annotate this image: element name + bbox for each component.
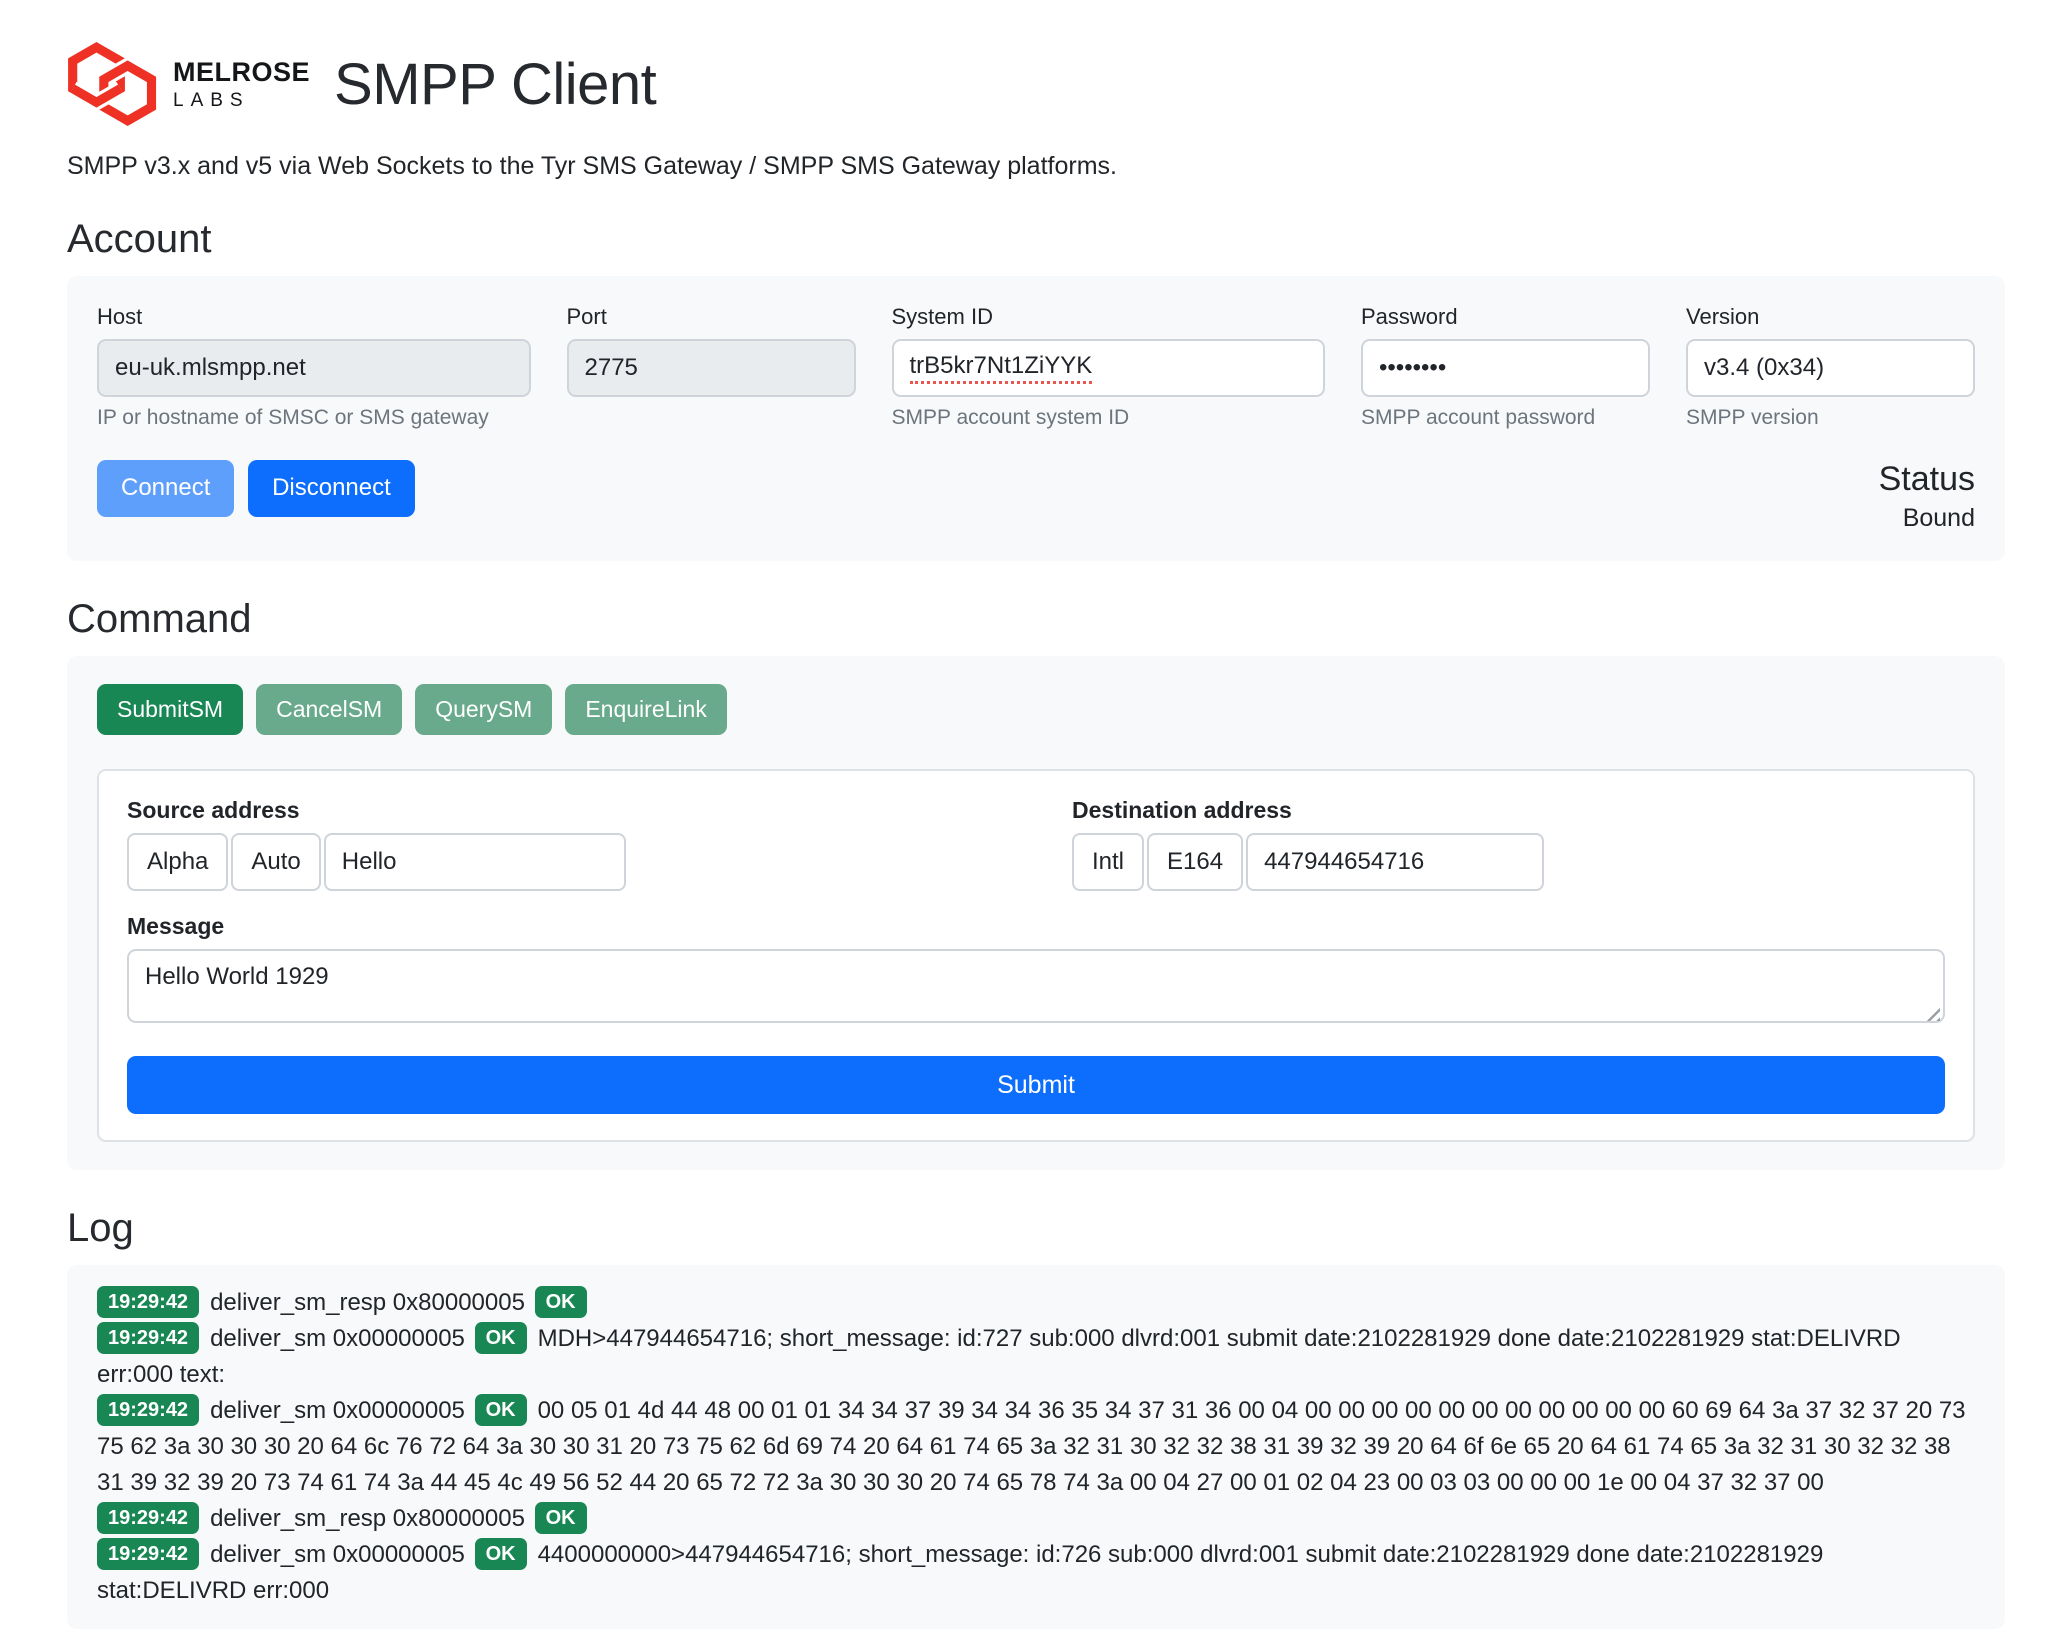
destination-ton-select[interactable]: Intl <box>1072 833 1144 891</box>
melrose-labs-logo-icon <box>67 40 159 128</box>
system-id-label: System ID <box>892 304 1326 330</box>
message-area-wrap: Hello World 1929 <box>127 949 1945 1030</box>
source-address-input[interactable] <box>324 833 626 891</box>
message-textarea[interactable]: Hello World 1929 <box>127 949 1945 1023</box>
log-entry: 19:29:42deliver_sm 0x00000005 OKMDH>4479… <box>97 1321 1975 1393</box>
password-label: Password <box>1361 304 1650 330</box>
source-address-group: Source address Alpha Auto <box>127 797 1072 891</box>
port-field-group: Port <box>567 304 856 430</box>
tab-enquirelink[interactable]: EnquireLink <box>565 684 726 735</box>
page-container: MELROSE LABS SMPP Client SMPP v3.x and v… <box>67 0 2005 1629</box>
log-time-badge: 19:29:42 <box>97 1322 199 1354</box>
log-entry: 19:29:42 deliver_sm_resp 0x80000005 OK <box>97 1501 1975 1537</box>
port-label: Port <box>567 304 856 330</box>
log-time-badge: 19:29:42 <box>97 1394 199 1426</box>
source-ton-select[interactable]: Alpha <box>127 833 228 891</box>
host-label: Host <box>97 304 531 330</box>
system-id-field-group: System ID trB5kr7Nt1ZiYYK SMPP account s… <box>892 304 1326 430</box>
page-title: SMPP Client <box>334 51 656 118</box>
status-badge: Bound <box>1879 504 1975 533</box>
disconnect-button[interactable]: Disconnect <box>248 460 415 517</box>
command-tabs: SubmitSM CancelSM QuerySM EnquireLink <box>97 684 1975 735</box>
status-block: Status Bound <box>1879 460 1975 533</box>
log-entry: 19:29:42deliver_sm 0x00000005 OK00 05 01… <box>97 1393 1975 1501</box>
password-field-group: Password SMPP account password <box>1361 304 1650 430</box>
log-pdu-text: deliver_sm_resp 0x80000005 <box>210 1505 525 1532</box>
submit-button[interactable]: Submit <box>127 1056 1945 1114</box>
status-label: Status <box>1879 460 1975 499</box>
connection-buttons: Connect Disconnect <box>97 460 415 517</box>
destination-npi-select[interactable]: E164 <box>1147 833 1243 891</box>
log-pdu-text: deliver_sm_resp 0x80000005 <box>210 1289 525 1316</box>
destination-address-group: Destination address Intl E164 <box>1072 797 1544 891</box>
log-time-badge: 19:29:42 <box>97 1502 199 1534</box>
password-input[interactable] <box>1361 339 1650 397</box>
log-entry: 19:29:42 deliver_sm_resp 0x80000005 OK <box>97 1285 1975 1321</box>
account-card: Host IP or hostname of SMSC or SMS gatew… <box>67 276 2005 561</box>
log-ok-badge: OK <box>535 1286 587 1318</box>
log-card: 19:29:42 deliver_sm_resp 0x80000005 OK 19… <box>67 1265 2005 1629</box>
log-pdu-text: deliver_sm 0x00000005 <box>210 1325 465 1352</box>
log-heading: Log <box>67 1206 2005 1251</box>
host-field-group: Host IP or hostname of SMSC or SMS gatew… <box>97 304 531 430</box>
log-pdu-text: deliver_sm 0x00000005 <box>210 1397 465 1424</box>
log-ok-badge: OK <box>475 1322 527 1354</box>
tab-submitsm[interactable]: SubmitSM <box>97 684 243 735</box>
header: MELROSE LABS SMPP Client <box>67 40 2005 128</box>
log-ok-badge: OK <box>475 1394 527 1426</box>
submitsm-panel: Source address Alpha Auto Destination ad… <box>97 769 1975 1142</box>
system-id-value: trB5kr7Nt1ZiYYK <box>910 352 1093 384</box>
version-help: SMPP version <box>1686 406 1975 430</box>
log-ok-badge: OK <box>475 1538 527 1570</box>
log-entry: 19:29:42deliver_sm 0x00000005 OK44000000… <box>97 1537 1975 1609</box>
source-address-label: Source address <box>127 797 1072 824</box>
connect-button[interactable]: Connect <box>97 460 234 517</box>
host-help: IP or hostname of SMSC or SMS gateway <box>97 406 531 430</box>
source-npi-select[interactable]: Auto <box>231 833 320 891</box>
version-field-group: Version SMPP version <box>1686 304 1975 430</box>
command-heading: Command <box>67 597 2005 642</box>
host-input[interactable] <box>97 339 531 397</box>
account-heading: Account <box>67 217 2005 262</box>
version-input[interactable] <box>1686 339 1975 397</box>
destination-address-input[interactable] <box>1246 833 1544 891</box>
password-help: SMPP account password <box>1361 406 1650 430</box>
system-id-input[interactable]: trB5kr7Nt1ZiYYK <box>892 339 1326 397</box>
brand-sub: LABS <box>173 90 310 112</box>
tab-cancelsm[interactable]: CancelSM <box>256 684 402 735</box>
brand-wordmark: MELROSE LABS <box>173 57 310 112</box>
port-input[interactable] <box>567 339 856 397</box>
tab-querysm[interactable]: QuerySM <box>415 684 552 735</box>
log-time-badge: 19:29:42 <box>97 1286 199 1318</box>
command-card: SubmitSM CancelSM QuerySM EnquireLink So… <box>67 656 2005 1170</box>
message-label: Message <box>127 913 1945 940</box>
log-time-badge: 19:29:42 <box>97 1538 199 1570</box>
log-pdu-text: deliver_sm 0x00000005 <box>210 1541 465 1568</box>
brand-name: MELROSE <box>173 57 310 88</box>
system-id-help: SMPP account system ID <box>892 406 1326 430</box>
version-label: Version <box>1686 304 1975 330</box>
page-subtitle: SMPP v3.x and v5 via Web Sockets to the … <box>67 152 2005 181</box>
destination-address-label: Destination address <box>1072 797 1544 824</box>
log-ok-badge: OK <box>535 1502 587 1534</box>
